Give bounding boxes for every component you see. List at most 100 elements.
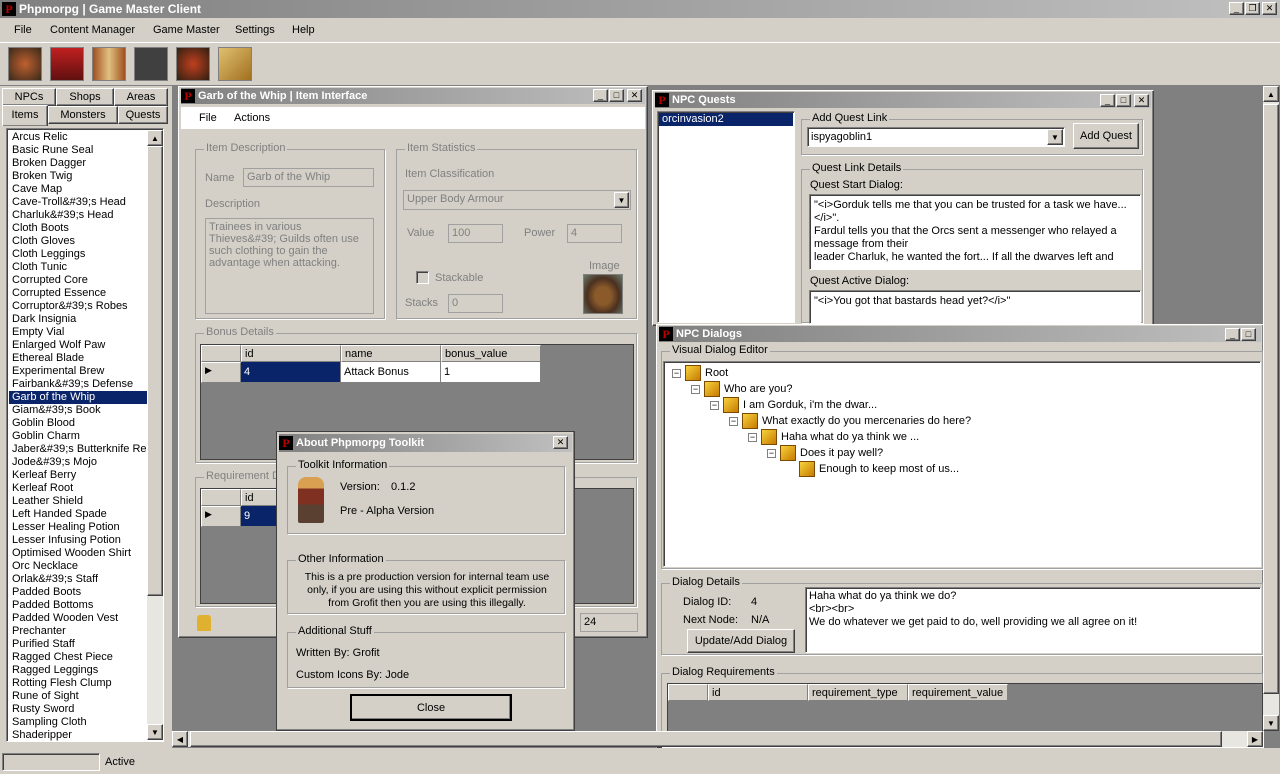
req-col-value-header[interactable]: requirement_value [908,684,1008,701]
item-list-entry[interactable]: Goblin Blood [9,417,147,430]
tab-areas[interactable]: Areas [114,88,168,106]
item-list-entry[interactable]: Kerleaf Root [9,482,147,495]
item-list-entry[interactable]: Optimised Wooden Shirt [9,547,147,560]
item-list-entry[interactable]: Experimental Brew [9,365,147,378]
item-list-entry[interactable]: Garb of the Whip [9,391,147,404]
items-list-scrollbar[interactable]: ▲ ▼ [147,130,163,740]
quest-list[interactable]: orcinvasion2 [657,111,795,323]
menu-settings[interactable]: Settings [235,24,275,36]
item-list-entry[interactable]: Ragged Leggings [9,664,147,677]
item-editor-icon[interactable] [50,47,84,81]
scroll-down-arrow[interactable]: ▼ [147,724,163,740]
tree-node[interactable]: − Does it pay well? [767,445,883,461]
armour-icon[interactable] [176,47,210,81]
tree-node[interactable]: − What exactly do you mercenaries do here… [729,413,971,429]
name-input[interactable]: Garb of the Whip [243,168,374,187]
item-list-entry[interactable]: Broken Twig [9,170,147,183]
item-list-entry[interactable]: Enlarged Wolf Paw [9,339,147,352]
item-min-button[interactable]: _ [593,89,608,102]
item-list-entry[interactable]: Orlak&#39;s Staff [9,573,147,586]
mdi-vertical-scrollbar[interactable]: ▲ ▼ [1263,86,1279,731]
map-icon[interactable] [218,47,252,81]
tree-node[interactable]: − Who are you? [691,381,792,397]
mdi-scroll-up[interactable]: ▲ [1263,86,1279,102]
item-list-entry[interactable]: Lesser Healing Potion [9,521,147,534]
tab-shops[interactable]: Shops [56,88,114,106]
items-list[interactable]: Arcus Relic Basic Rune Seal Broken Dagger B… [6,128,164,742]
item-list-entry[interactable]: Left Handed Spade [9,508,147,521]
mdi-scroll-left[interactable]: ◀ [172,731,188,747]
item-list-entry[interactable]: Cloth Boots [9,222,147,235]
tab-npcs[interactable]: NPCs [2,88,56,106]
mdi-scroll-right[interactable]: ▶ [1247,731,1263,747]
item-close-button[interactable]: ✕ [627,89,642,102]
item-list-entry[interactable]: Broken Dagger [9,157,147,170]
dialog-text-input[interactable]: Haha what do ya think we do? <br><br> We… [805,587,1261,653]
item-list-entry[interactable]: Rotting Flesh Clump [9,677,147,690]
item-list-entry[interactable]: Rusty Sword [9,703,147,716]
item-list-entry[interactable]: Giam&#39;s Book [9,404,147,417]
item-list-entry[interactable]: Lesser Infusing Potion [9,534,147,547]
power-input[interactable]: 4 [567,224,622,243]
quest-list-item[interactable]: orcinvasion2 [659,113,793,126]
quest-select-arrow[interactable]: ▼ [1047,129,1063,145]
restore-button[interactable]: ❐ [1245,2,1260,15]
tree-node[interactable]: Enough to keep most of us... [786,461,959,477]
item-list-entry[interactable]: Basic Rune Seal [9,144,147,157]
item-list-entry[interactable]: Empty Vial [9,326,147,339]
book-icon[interactable] [92,47,126,81]
stackable-checkbox[interactable] [416,271,429,284]
tree-collapse-icon[interactable]: − [748,432,757,442]
bonus-cell-name[interactable]: Attack Bonus [341,362,441,383]
lock-icon[interactable] [197,615,211,631]
item-list-entry[interactable]: Padded Bottoms [9,599,147,612]
item-list-entry[interactable]: Ragged Chest Piece [9,651,147,664]
item-list-entry[interactable]: Dark Insignia [9,313,147,326]
active-dialog-text[interactable]: "<i>You got that bastards head yet?</i>" [809,290,1141,324]
req-col-type-header[interactable]: requirement_type [808,684,908,701]
bonus-col-value[interactable]: bonus_value [441,345,541,362]
tree-node[interactable]: − Haha what do ya think we ... [748,429,919,445]
item-list-entry[interactable]: Padded Wooden Vest [9,612,147,625]
item-list-entry[interactable]: Leather Shield [9,495,147,508]
about-close-button[interactable]: Close [350,694,512,721]
tab-items[interactable]: Items [2,105,48,126]
item-list-entry[interactable]: Arcus Relic [9,131,147,144]
item-list-entry[interactable]: Rune of Sight [9,690,147,703]
item-list-entry[interactable]: Purified Staff [9,638,147,651]
classification-dropdown-arrow[interactable]: ▼ [614,192,629,208]
about-close-x-button[interactable]: ✕ [553,436,568,449]
menu-game-master[interactable]: Game Master [153,24,220,36]
quests-close-button[interactable]: ✕ [1134,94,1149,107]
item-list-entry[interactable]: Jaber&#39;s Butterknife Rep [9,443,147,456]
item-list-entry[interactable]: Sampling Cloth [9,716,147,729]
item-list-entry[interactable]: Orc Necklace [9,560,147,573]
item-list-entry[interactable]: Shaderipper [9,729,147,741]
bonus-col-id[interactable]: id [241,345,341,362]
tree-node[interactable]: − Root [672,365,728,381]
minimize-button[interactable]: _ [1229,2,1244,15]
item-max-button[interactable]: □ [609,89,624,102]
tree-collapse-icon[interactable]: − [710,400,719,410]
npc-editor-icon[interactable] [8,47,42,81]
tree-collapse-icon[interactable]: − [691,384,700,394]
bonus-cell-value[interactable]: 1 [441,362,541,383]
item-list-entry[interactable]: Corruptor&#39;s Robes [9,300,147,313]
item-list-entry[interactable]: Cave Map [9,183,147,196]
tree-collapse-icon[interactable]: − [729,416,738,426]
players-icon[interactable] [134,47,168,81]
item-list-entry[interactable]: Padded Boots [9,586,147,599]
item-list-entry[interactable]: Cloth Leggings [9,248,147,261]
scroll-thumb[interactable] [147,146,163,596]
menu-file[interactable]: File [14,24,32,36]
item-list-entry[interactable]: Cloth Tunic [9,261,147,274]
menu-help[interactable]: Help [292,24,315,36]
item-list-entry[interactable]: Charluk&#39;s Head [9,209,147,222]
quests-min-button[interactable]: _ [1100,94,1115,107]
quest-select[interactable]: ispyagoblin1 [807,127,1065,147]
quests-max-button[interactable]: □ [1116,94,1131,107]
classification-select[interactable]: Upper Body Armour [403,190,631,210]
mdi-hscroll-thumb[interactable] [190,731,1222,747]
tree-collapse-icon[interactable]: − [672,368,681,378]
dialogs-min-button[interactable]: _ [1225,328,1240,341]
